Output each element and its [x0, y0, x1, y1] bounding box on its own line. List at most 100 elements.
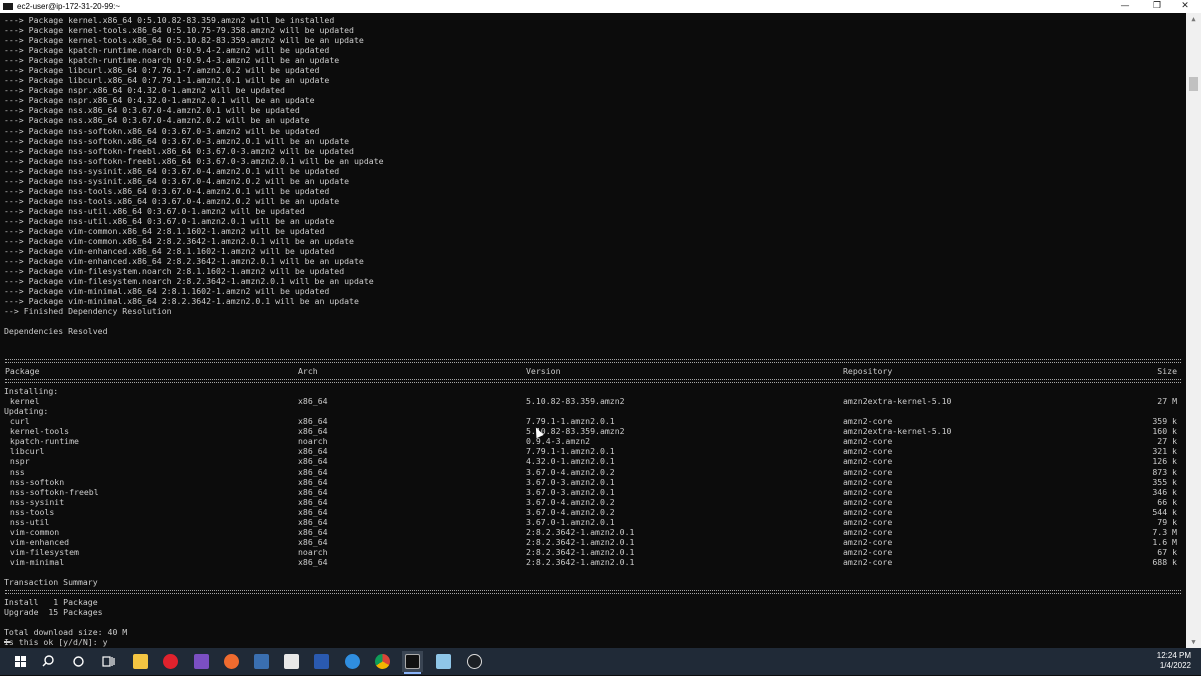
task-view-icon[interactable] [98, 651, 119, 672]
cell-repository: amzn2-core [843, 506, 893, 517]
terminal-line: ---> Package nss-softokn-freebl.x86_64 0… [4, 155, 384, 166]
updating-text: Updating: [4, 406, 49, 417]
upgrade-summary: Upgrade 15 Packages [4, 607, 1181, 618]
terminal-line: ---> Package libcurl.x86_64 0:7.79.1-1.a… [4, 75, 330, 86]
window-title: ec2-user@ip-172-31-20-99:~ [17, 2, 121, 11]
scroll-thumb[interactable] [1189, 77, 1198, 91]
cell-version: 3.67.0-4.amzn2.0.2 [526, 506, 615, 517]
cell-version: 2:8.2.3642-1.amzn2.0.1 [526, 526, 635, 537]
cell-version: 7.79.1-1.amzn2.0.1 [526, 446, 615, 457]
cell-size: 7.3 M [1152, 526, 1177, 537]
remote-desktop-icon[interactable] [251, 651, 272, 672]
minimize-button[interactable]: — [1109, 0, 1141, 13]
cell-repository: amzn2-core [843, 466, 893, 477]
header-repository: Repository [843, 366, 893, 377]
cell-package: kernel [5, 396, 40, 407]
opera-icon[interactable] [160, 651, 181, 672]
scroll-down-arrow-icon[interactable]: ▼ [1186, 636, 1201, 648]
terminal-line: ---> Package nss-tools.x86_64 0:3.67.0-4… [4, 185, 330, 196]
terminal-line: ---> Package libcurl.x86_64 0:7.76.1-7.a… [4, 65, 320, 76]
powershell-icon[interactable] [311, 651, 332, 672]
scroll-up-arrow-icon[interactable]: ▲ [1186, 13, 1201, 25]
chrome-icon[interactable] [372, 651, 393, 672]
table-row: kernel x86_64 5.10.82-83.359.amzn2 amzn2ext… [5, 396, 1181, 406]
github-icon[interactable] [464, 651, 485, 672]
cell-size: 359 k [1152, 416, 1177, 427]
cell-arch: x86_64 [298, 556, 328, 567]
cell-package: libcurl [5, 446, 45, 457]
notepad-icon[interactable] [433, 651, 454, 672]
close-button[interactable]: ✕ [1169, 0, 1201, 13]
upgrade-count-text: Upgrade 15 Packages [4, 607, 103, 618]
cell-repository: amzn2-core [843, 486, 893, 497]
cell-size: 27 k [1157, 436, 1177, 447]
cell-size: 355 k [1152, 476, 1177, 487]
cell-size: 160 k [1152, 426, 1177, 437]
cell-arch: x86_64 [298, 396, 328, 407]
cell-arch: x86_64 [298, 536, 328, 547]
window-title-bar[interactable]: ec2-user@ip-172-31-20-99:~ — ❐ ✕ [0, 0, 1201, 13]
search-icon[interactable] [38, 651, 59, 672]
postman-icon[interactable] [221, 651, 242, 672]
header-package: Package [5, 366, 40, 377]
terminal-line: Dependencies Resolved [4, 326, 108, 337]
cell-size: 873 k [1152, 466, 1177, 477]
terminal-line: ---> Package nspr.x86_64 0:4.32.0-1.amzn… [4, 85, 285, 96]
cell-package: nss-tools [5, 506, 55, 517]
cell-version: 4.32.0-1.amzn2.0.1 [526, 456, 615, 467]
header-arch: Arch [298, 366, 318, 377]
start-icon[interactable] [10, 651, 31, 672]
terminal-icon[interactable] [402, 651, 423, 674]
table-row: nss x86_64 3.67.0-4.amzn2.0.2 amzn2-core 873… [5, 467, 1181, 477]
cell-version: 2:8.2.3642-1.amzn2.0.1 [526, 556, 635, 567]
download-size: Total download size: 40 M [4, 627, 1181, 638]
cell-arch: noarch [298, 546, 328, 557]
installing-text: Installing: [4, 386, 59, 397]
system-clock[interactable]: 12:24 PM 1/4/2022 [1131, 651, 1191, 671]
visual-studio-icon[interactable] [191, 651, 212, 672]
cell-arch: x86_64 [298, 416, 328, 427]
cell-repository: amzn2-core [843, 446, 893, 457]
terminal-line: ---> Package nss-sysinit.x86_64 0:3.67.0… [4, 175, 350, 186]
browser-icon[interactable] [342, 651, 363, 672]
table-row: vim-enhanced x86_64 2:8.2.3642-1.amzn2.0.1… [5, 537, 1181, 547]
cell-repository: amzn2extra-kernel-5.10 [843, 426, 952, 437]
cell-version: 2:8.2.3642-1.amzn2.0.1 [526, 546, 635, 557]
terminal-line: ---> Package nss-sysinit.x86_64 0:3.67.0… [4, 165, 340, 176]
installing-label: Installing: [4, 386, 1181, 397]
vertical-scrollbar[interactable]: ▲ ▼ [1186, 13, 1201, 648]
confirm-prompt[interactable]: Is this ok [y/d/N]: y [4, 637, 1181, 647]
terminal-line: ---> Package nss-softokn.x86_64 0:3.67.0… [4, 125, 320, 136]
cell-size: 688 k [1152, 556, 1177, 567]
cell-repository: amzn2-core [843, 456, 893, 467]
table-row: nss-util x86_64 3.67.0-1.amzn2.0.1 amzn2-co… [5, 517, 1181, 527]
cell-package: nss-softokn [5, 476, 65, 487]
table-separator [5, 587, 1181, 597]
app-icon[interactable] [281, 651, 302, 672]
table-separator [5, 376, 1181, 386]
cell-size: 321 k [1152, 446, 1177, 457]
terminal-line: --> Finished Dependency Resolution [4, 306, 172, 317]
terminal-output[interactable]: ---> Package kernel.x86_64 0:5.10.82-83.… [0, 13, 1186, 648]
terminal-log: ---> Package kernel.x86_64 0:5.10.82-83.… [4, 15, 384, 337]
file-explorer-icon[interactable] [130, 651, 151, 672]
cell-package: vim-common [5, 526, 60, 537]
cell-size: 66 k [1157, 496, 1177, 507]
cell-package: curl [5, 416, 30, 427]
terminal-line: ---> Package vim-common.x86_64 2:8.2.364… [4, 236, 354, 247]
cell-repository: amzn2-core [843, 436, 893, 447]
cell-package: vim-enhanced [5, 536, 70, 547]
cell-arch: noarch [298, 436, 328, 447]
cell-arch: x86_64 [298, 526, 328, 537]
terminal-line: ---> Package kpatch-runtime.noarch 0:0.9… [4, 45, 330, 56]
clock-time: 12:24 PM [1156, 651, 1191, 660]
terminal-line: ---> Package kernel-tools.x86_64 0:5.10.… [4, 25, 354, 36]
cell-size: 27 M [1157, 396, 1177, 407]
cell-repository: amzn2-core [843, 536, 893, 547]
terminal-line: ---> Package kernel.x86_64 0:5.10.82-83.… [4, 15, 335, 25]
cortana-icon[interactable] [68, 651, 89, 672]
download-size-text: Total download size: 40 M [4, 627, 128, 638]
cell-arch: x86_64 [298, 496, 328, 507]
